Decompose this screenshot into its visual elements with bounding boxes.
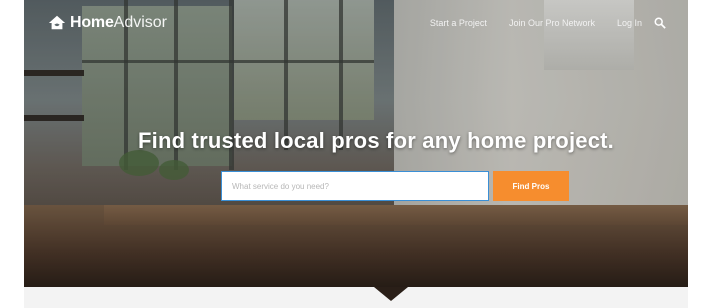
service-search-input[interactable] [221, 171, 489, 201]
logo-text-bold: Home [70, 14, 114, 31]
hero-banner: Home Advisor Start a Project Join Our Pr… [24, 0, 688, 287]
nav-join-pro-network[interactable]: Join Our Pro Network [509, 18, 595, 28]
content-strip [24, 287, 688, 308]
find-pros-button[interactable]: Find Pros [493, 171, 569, 201]
homeadvisor-logo[interactable]: Home Advisor [48, 14, 167, 32]
section-pointer-arrow [374, 287, 408, 301]
nav-log-in[interactable]: Log In [617, 18, 642, 28]
top-nav: Home Advisor Start a Project Join Our Pr… [24, 0, 688, 50]
house-logo-icon [48, 15, 66, 30]
nav-start-project[interactable]: Start a Project [430, 18, 487, 28]
nav-links: Start a Project Join Our Pro Network Log… [408, 17, 666, 29]
hero-headline: Find trusted local pros for any home pro… [138, 128, 614, 153]
search-icon[interactable] [654, 17, 666, 29]
logo-text-light: Advisor [113, 14, 168, 31]
project-search-form: Find Pros [221, 171, 569, 201]
page: Home Advisor Start a Project Join Our Pr… [0, 0, 712, 308]
